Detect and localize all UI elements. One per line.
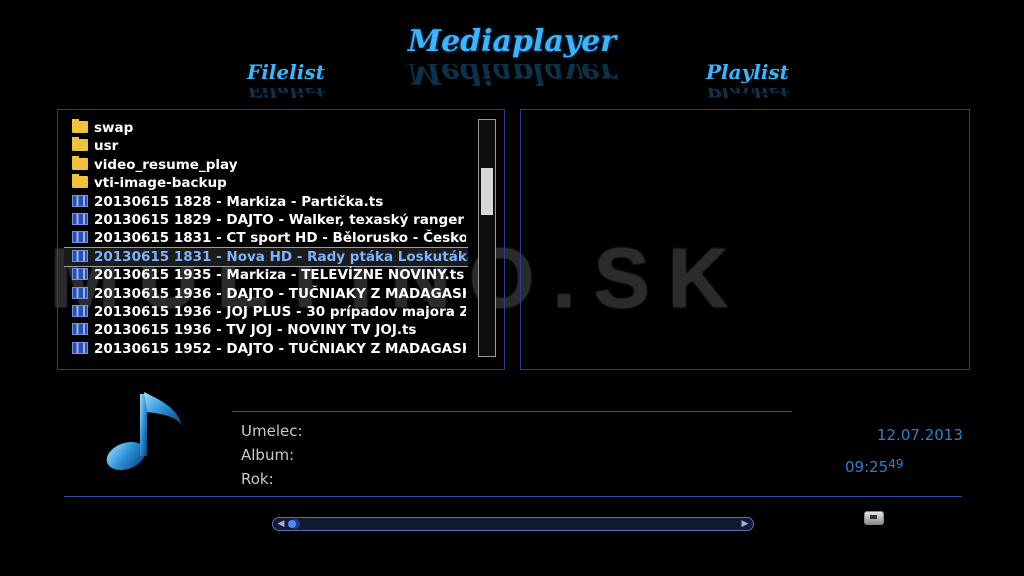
- movie-icon: [72, 286, 88, 299]
- item-label: 20130615 1935 - Markiza - TELEVÍZNE NOVI…: [94, 267, 465, 284]
- movie-icon: [72, 213, 88, 225]
- item-label: vti-image-backup: [94, 175, 227, 192]
- file-item[interactable]: 20130615 1935 - Markiza - TELEVÍZNE NOVI…: [72, 266, 466, 284]
- clock-seconds: 49: [888, 457, 904, 471]
- folder-icon: [72, 119, 88, 133]
- item-label: 20130615 1936 - JOJ PLUS - 30 prípadov m…: [94, 304, 466, 320]
- file-item[interactable]: 20130615 1829 - DAJTO - Walker, texaský …: [72, 211, 466, 229]
- movie-icon: [72, 268, 88, 281]
- info-separator-top: [232, 411, 792, 412]
- artist-label: Umelec:: [241, 422, 303, 440]
- movie-icon: [72, 341, 88, 354]
- file-item[interactable]: 20130615 1936 - DAJTO - TUČNIAKY Z MADAG…: [72, 285, 466, 303]
- filelist-heading: Filelist: [247, 60, 325, 84]
- item-label: 20130615 1831 - Nova HD - Rady ptáka Los…: [94, 248, 468, 265]
- progress-left-arrow-icon: ◀: [277, 519, 285, 529]
- item-label: swap: [94, 120, 134, 136]
- file-item[interactable]: 20130615 1936 - JOJ PLUS - 30 prípadov m…: [72, 303, 466, 321]
- year-label: Rok:: [241, 470, 274, 488]
- playlist-heading-reflection: Playlist: [706, 88, 789, 102]
- item-label: 20130615 1952 - DAJTO - TUČNIAKY Z MADAG…: [94, 340, 466, 357]
- remote-button-icon: [864, 511, 884, 525]
- folder-icon: [72, 174, 88, 189]
- music-note-icon: [106, 392, 182, 471]
- file-item[interactable]: 20130615 1936 - TV JOJ - NOVINY TV JOJ.t…: [72, 321, 466, 339]
- progress-right-arrow-icon: ▶: [741, 519, 749, 529]
- file-item[interactable]: 20130615 1831 - Nova HD - Rady ptáka Los…: [64, 246, 468, 267]
- app-title-reflection: Mediaplayer: [407, 64, 617, 90]
- filelist-heading-reflection: Filelist: [247, 88, 325, 102]
- filelist-panel[interactable]: swap usr video_resume_play vti-image-backup…: [57, 109, 505, 370]
- movie-icon: [72, 231, 88, 244]
- file-item[interactable]: 20130615 1952 - DAJTO - TUČNIAKY Z MADAG…: [72, 340, 466, 358]
- movie-icon: [72, 249, 88, 262]
- progress-knob[interactable]: [288, 520, 296, 528]
- progress-bar[interactable]: ◀ ▶: [272, 517, 754, 531]
- item-label: 20130615 1936 - TV JOJ - NOVINY TV JOJ.t…: [94, 322, 417, 339]
- item-label: 20130615 1936 - DAJTO - TUČNIAKY Z MADAG…: [94, 285, 466, 302]
- movie-icon: [72, 323, 88, 336]
- folder-item[interactable]: usr: [72, 137, 466, 155]
- movie-icon: [72, 305, 88, 317]
- item-label: usr: [94, 138, 119, 155]
- folder-item[interactable]: vti-image-backup: [72, 174, 466, 192]
- movie-icon: [72, 194, 88, 207]
- item-label: 20130615 1829 - DAJTO - Walker, texaský …: [94, 212, 466, 228]
- item-label: 20130615 1831 - CT sport HD - Bělorusko …: [94, 230, 466, 247]
- folder-icon: [72, 155, 88, 170]
- folder-item[interactable]: swap: [72, 119, 466, 137]
- clock-hours-minutes: 09:25: [845, 458, 889, 476]
- playlist-heading: Playlist: [706, 60, 789, 84]
- bottom-separator: [64, 496, 962, 497]
- scrollbar-thumb[interactable]: [481, 168, 493, 215]
- clock-time: 09:2549: [845, 457, 904, 476]
- item-label: video_resume_play: [94, 156, 238, 173]
- file-item[interactable]: 20130615 1828 - Markiza - Partička.ts: [72, 193, 466, 211]
- folder-icon: [72, 137, 88, 152]
- folder-item[interactable]: video_resume_play: [72, 155, 466, 174]
- playlist-panel[interactable]: [520, 109, 970, 370]
- filelist-scrollbar[interactable]: [478, 119, 496, 357]
- clock-date: 12.07.2013: [877, 426, 963, 444]
- file-item[interactable]: 20130615 1831 - CT sport HD - Bělorusko …: [72, 229, 466, 247]
- app-title: Mediaplayer: [407, 24, 617, 59]
- item-label: 20130615 1828 - Markiza - Partička.ts: [94, 193, 384, 210]
- album-label: Album:: [241, 446, 295, 464]
